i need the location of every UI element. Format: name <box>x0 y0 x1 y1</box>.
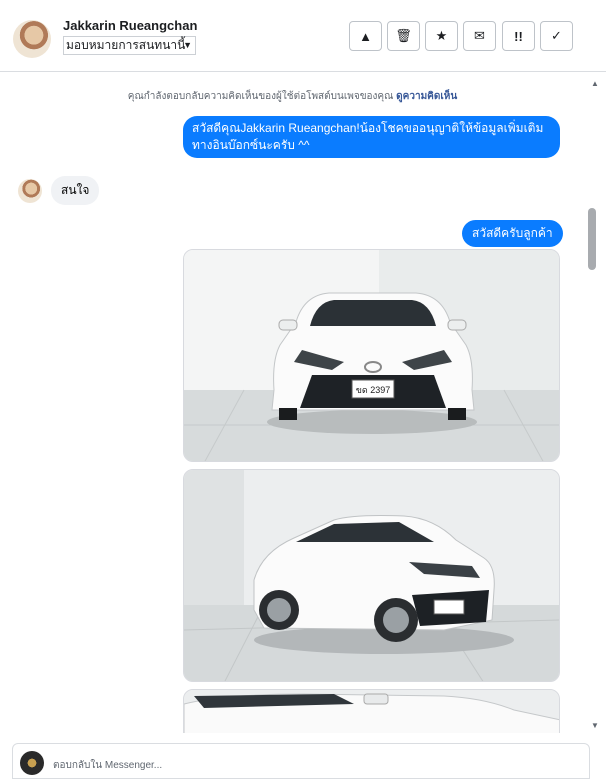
scroll-down-icon[interactable]: ▼ <box>591 721 599 730</box>
license-plate: ขด 2397 <box>356 385 391 395</box>
car-side-front-view <box>184 470 559 681</box>
assign-conversation-dropdown[interactable]: มอบหมายการสนทนานี้ ▼ <box>63 36 196 55</box>
car-photo-2[interactable] <box>183 469 560 682</box>
page-avatar <box>20 751 44 775</box>
caret-down-icon: ▼ <box>183 40 192 50</box>
report-spam-button[interactable]: ▲ <box>349 21 382 51</box>
mark-done-button[interactable]: ✓ <box>540 21 573 51</box>
mark-unread-button[interactable]: ✉ <box>463 21 496 51</box>
checkmark-icon: ✓ <box>551 28 562 43</box>
notice-text: คุณกำลังตอบกลับความคิดเห็นของผู้ใช้ต่อโพ… <box>127 91 394 102</box>
delete-button[interactable]: 🗑 <box>387 21 420 51</box>
thread-scrollbar[interactable]: ▲ ▼ <box>585 73 606 733</box>
reply-input[interactable]: ตอบกลับใน Messenger... <box>53 758 162 773</box>
car-photo-3[interactable] <box>183 689 560 733</box>
star-button[interactable]: ★ <box>425 21 458 51</box>
outgoing-message: สวัสดีคุณJakkarin Rueangchan!น้องโชคขออน… <box>183 116 560 158</box>
view-comment-link[interactable]: ดูความคิดเห็น <box>396 91 457 102</box>
user-avatar[interactable] <box>13 20 51 58</box>
warning-icon: ▲ <box>359 28 372 44</box>
car-photo-1[interactable]: ขด 2397 <box>183 249 560 462</box>
mail-icon: ✉ <box>474 28 485 43</box>
message-thread[interactable]: คุณกำลังตอบกลับความคิดเห็นของผู้ใช้ต่อโพ… <box>0 73 585 733</box>
scroll-up-icon[interactable]: ▲ <box>591 79 599 88</box>
outgoing-message: สวัสดีครับลูกค้า <box>462 220 563 247</box>
reply-context-notice: คุณกำลังตอบกลับความคิดเห็นของผู้ใช้ต่อโพ… <box>0 89 585 104</box>
reply-composer[interactable]: ตอบกลับใน Messenger... <box>12 743 590 779</box>
conversation-header: Jakkarin Rueangchan มอบหมายการสนทนานี้ ▼… <box>0 0 606 72</box>
trash-icon: 🗑 <box>395 28 412 43</box>
car-front-view: ขด 2397 <box>184 250 559 461</box>
incoming-message: สนใจ <box>51 176 100 205</box>
mark-important-button[interactable]: !! <box>502 21 535 51</box>
scrollbar-thumb[interactable] <box>588 208 596 270</box>
car-rear-view <box>184 690 559 733</box>
sender-avatar[interactable] <box>18 179 42 203</box>
important-icon: !! <box>514 28 523 44</box>
user-name[interactable]: Jakkarin Rueangchan <box>63 18 197 33</box>
star-icon: ★ <box>435 28 448 43</box>
assign-conversation-value: มอบหมายการสนทนานี้ <box>66 38 186 52</box>
